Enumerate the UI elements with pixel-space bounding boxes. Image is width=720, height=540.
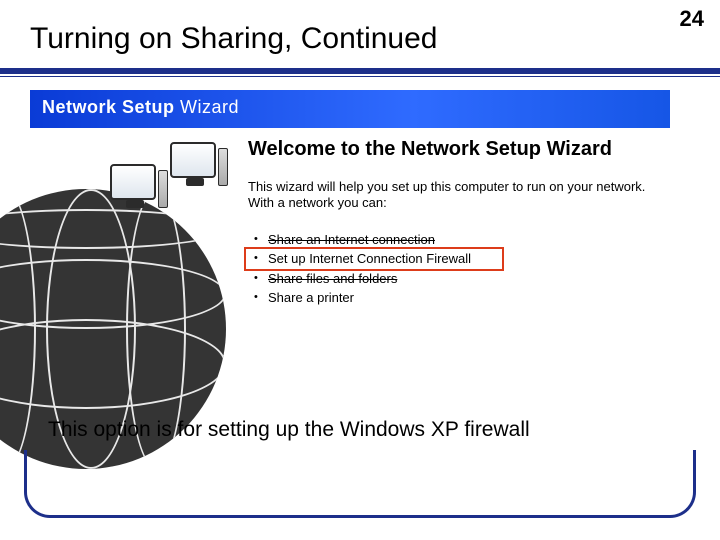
bullet-text: Set up Internet Connection Firewall bbox=[268, 251, 471, 266]
wizard-window: Network Setup Wizard bbox=[30, 90, 670, 385]
wizard-right-panel: Welcome to the Network Setup Wizard This… bbox=[240, 128, 670, 385]
slide-caption: This option is for setting up the Window… bbox=[48, 418, 530, 442]
wizard-left-graphic bbox=[30, 128, 240, 385]
bullet-share-internet: Share an Internet connection bbox=[252, 230, 658, 250]
wizard-bullet-list: Share an Internet connection Set up Inte… bbox=[248, 230, 658, 308]
slide-number: 24 bbox=[680, 6, 704, 32]
title-rule-thick bbox=[0, 68, 720, 74]
wizard-graphic bbox=[36, 134, 236, 379]
bullet-text: Share an Internet connection bbox=[268, 232, 435, 247]
slide: 24 Turning on Sharing, Continued Network… bbox=[0, 0, 720, 540]
computers-icon bbox=[110, 142, 230, 232]
bullet-text: Share a printer bbox=[268, 290, 354, 305]
bullet-share-files: Share files and folders bbox=[252, 269, 658, 289]
slide-frame bbox=[24, 450, 696, 518]
title-rule-thin bbox=[0, 76, 720, 77]
bullet-text: Share files and folders bbox=[268, 271, 397, 286]
wizard-titlebar: Network Setup Wizard bbox=[30, 90, 670, 128]
wizard-titlebar-bold: Network Setup bbox=[42, 97, 175, 117]
bullet-setup-firewall: Set up Internet Connection Firewall bbox=[252, 249, 658, 269]
wizard-welcome-heading: Welcome to the Network Setup Wizard bbox=[248, 138, 658, 161]
wizard-lead-text: This wizard will help you set up this co… bbox=[248, 179, 658, 212]
bullet-share-printer: Share a printer bbox=[252, 288, 658, 308]
wizard-body: Welcome to the Network Setup Wizard This… bbox=[30, 128, 670, 385]
slide-title: Turning on Sharing, Continued bbox=[30, 22, 438, 56]
wizard-titlebar-light: Wizard bbox=[175, 97, 240, 117]
